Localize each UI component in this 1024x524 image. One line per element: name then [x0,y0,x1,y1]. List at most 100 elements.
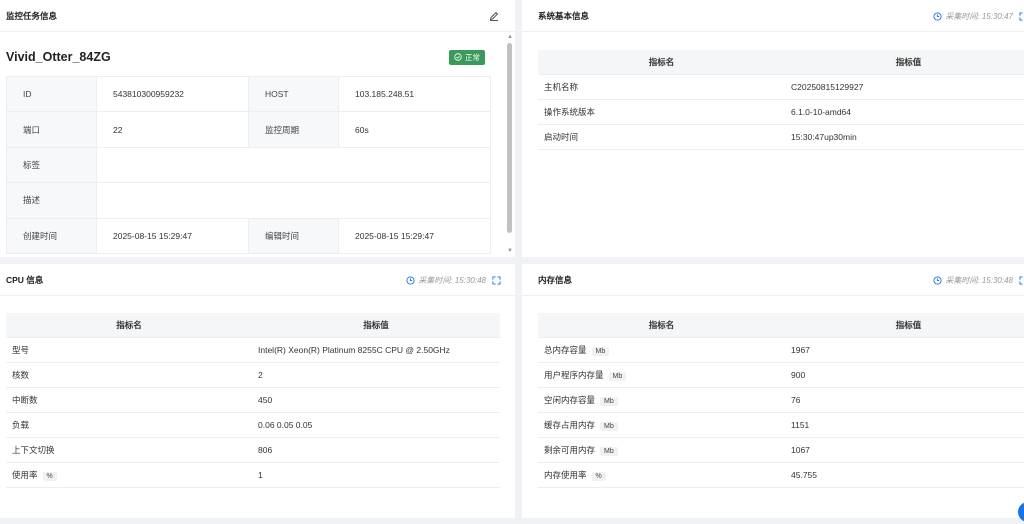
metric-value: 1067 [785,437,1024,463]
scroll-down-arrow-icon[interactable]: ▼ [507,248,513,254]
unit-tag: Mb [600,396,618,406]
metric-value: 6.1.0-10-amd64 [785,99,1024,125]
table-row: 描述 [6,182,491,219]
field-label: ID [6,75,97,113]
field-value [96,182,491,219]
memory-info-panel: 内存信息 采集时间: 15:30:48 指标名 指标值 总内存容量 Mb 1967 … [522,264,1024,518]
table-row: 操作系统版本 6.1.0-10-amd64 [538,99,1024,125]
column-header: 指标值 [785,50,1024,75]
unit-tag: % [42,471,57,481]
expand-icon[interactable] [492,275,501,285]
column-header: 指标名 [538,313,785,338]
table-row: 使用率% 1 [6,462,500,488]
scrollbar-thumb[interactable] [507,43,512,233]
column-header: 指标值 [785,313,1024,338]
expand-icon[interactable] [1019,11,1024,21]
table-row: 内存使用率% 45.755 [538,462,1024,488]
metric-value: 76 [785,387,1024,413]
check-circle-icon [454,53,462,61]
table-row: 上下文切换 806 [6,437,500,463]
edit-icon[interactable] [489,11,499,21]
metric-name-text: 空闲内存容量 [544,394,596,405]
metric-name-text: 缓存占用内存 [544,419,596,430]
metric-name: 总内存容量 Mb [538,337,785,363]
field-value: 2025-08-15 15:29:47 [338,217,491,254]
metric-value: 1967 [785,337,1024,363]
field-value: 2025-08-15 15:29:47 [96,217,249,254]
table-row: 型号 Intel(R) Xeon(R) Platinum 8255C CPU @ … [6,337,500,363]
table-row: 负载 0.06 0.05 0.05 [6,412,500,438]
cpu-info-header: CPU 信息 采集时间: 15:30:48 [0,264,515,296]
metric-value: Intel(R) Xeon(R) Platinum 8255C CPU @ 2.… [252,337,500,363]
metric-name-text: 核数 [12,369,30,380]
field-value: 543810300959232 [96,75,249,113]
task-name: Vivid_Otter_84ZG [6,50,111,64]
metric-name-text: 上下文切换 [12,444,55,455]
table-row: 剩余可用内存 Mb 1067 [538,437,1024,463]
unit-tag: Mb [600,421,618,431]
field-value: 22 [96,111,249,148]
collect-time: 采集时间: 15:30:48 [406,275,486,286]
table-row: 标签 [6,146,491,184]
field-value [96,146,491,184]
expand-icon[interactable] [1019,275,1024,285]
metric-name-text: 用户程序内存量 [544,369,604,380]
metric-name: 剩余可用内存 Mb [538,437,785,463]
collect-time: 采集时间: 15:30:48 [933,275,1013,286]
panel-title: 监控任务信息 [6,10,58,21]
table-row: 用户程序内存量 Mb 900 [538,362,1024,388]
task-heading: Vivid_Otter_84ZG 正常 [6,42,485,72]
metric-value: 15:30:47up30min [785,124,1024,150]
table-row: 主机名称 C20250815129927 [538,74,1024,100]
metric-name: 启动时间 [538,124,785,150]
field-label: 端口 [6,111,97,148]
table-header-row: 指标名 指标值 [6,313,500,338]
metric-value: 0.06 0.05 0.05 [252,412,500,438]
system-info-table: 指标名 指标值 主机名称 C20250815129927 操作系统版本 6.1.… [538,50,1024,150]
metric-name: 中断数 [6,387,252,413]
unit-tag: % [591,471,606,481]
collect-time-text: 采集时间: 15:30:47 [945,11,1013,21]
scroll-up-arrow-icon[interactable]: ▲ [507,34,513,40]
field-label: 标签 [6,146,97,184]
system-info-header: 系统基本信息 采集时间: 15:30:47 [522,0,1024,32]
clock-icon [406,275,415,285]
metric-value: 1 [252,462,500,488]
metric-name-text: 总内存容量 [544,344,587,355]
collect-time-text: 采集时间: 15:30:48 [418,275,486,285]
table-row: 核数 2 [6,362,500,388]
unit-tag: Mb [600,446,618,456]
metric-value: 900 [785,362,1024,388]
column-header: 指标名 [6,313,252,338]
table-row: 中断数 450 [6,387,500,413]
unit-tag: Mb [591,346,610,356]
panel-title: 内存信息 [538,274,573,285]
unit-tag: Mb [608,371,627,381]
metric-name: 主机名称 [538,74,785,100]
memory-info-header: 内存信息 采集时间: 15:30:48 [522,264,1024,296]
metric-name-text: 中断数 [12,394,38,405]
cpu-info-table: 指标名 指标值 型号 Intel(R) Xeon(R) Platinum 8255… [6,313,500,488]
column-header: 指标值 [252,313,500,338]
metric-name-text: 内存使用率 [544,469,587,480]
table-row: 端口 22 监控周期 60s [6,111,491,148]
metric-name-text: 剩余可用内存 [544,444,596,455]
cpu-info-panel: CPU 信息 采集时间: 15:30:48 指标名 指标值 型号 Intel(R)… [0,264,515,518]
system-info-panel: 系统基本信息 采集时间: 15:30:47 指标名 指标值 主机名称 C2025… [522,0,1024,257]
status-text: 正常 [465,52,480,62]
field-label: 编辑时间 [248,217,339,254]
field-label: 描述 [6,182,97,219]
collect-time-text: 采集时间: 15:30:48 [945,275,1013,285]
metric-name: 负载 [6,412,252,438]
metric-name: 用户程序内存量 Mb [538,362,785,388]
clock-icon [933,275,942,285]
collect-time: 采集时间: 15:30:47 [933,11,1013,22]
field-label: HOST [248,75,339,113]
field-value: 103.185.248.51 [338,75,491,113]
field-label: 监控周期 [248,111,339,148]
vertical-scrollbar[interactable]: ▲ ▼ [506,34,514,254]
metric-name-text: 负载 [12,419,30,430]
panel-title: 系统基本信息 [538,10,590,21]
metric-name: 核数 [6,362,252,388]
metric-value: 806 [252,437,500,463]
